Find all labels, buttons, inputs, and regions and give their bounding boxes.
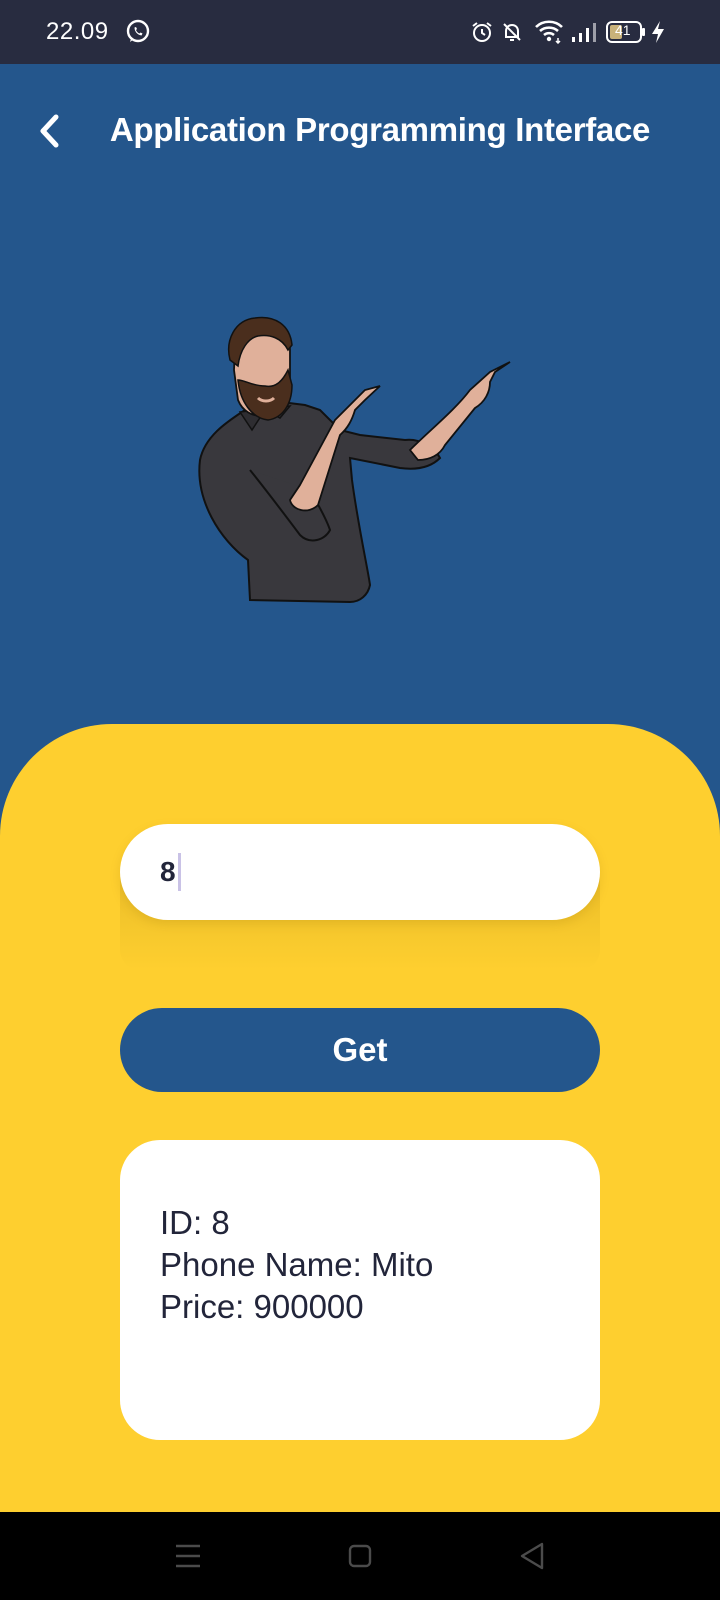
result-id: ID: 8	[160, 1204, 230, 1241]
wifi-icon	[535, 20, 563, 44]
app-header: Application Programming Interface	[0, 64, 720, 196]
back-button[interactable]	[28, 106, 72, 156]
battery-level: 41	[615, 22, 631, 38]
whatsapp-icon	[126, 19, 150, 43]
get-button[interactable]: Get	[120, 1008, 600, 1092]
result-price: Price: 900000	[160, 1288, 364, 1325]
result-text: ID: 8 Phone Name: Mito Price: 900000	[160, 1202, 433, 1328]
status-time: 22.09	[46, 18, 109, 45]
man-pointing-illustration	[198, 316, 511, 604]
result-phone-name: Phone Name: Mito	[160, 1246, 434, 1283]
text-caret	[177, 853, 181, 891]
back-triangle-icon[interactable]	[512, 1536, 552, 1576]
signal-icon	[572, 23, 596, 42]
id-input-value: 8	[160, 856, 176, 887]
chevron-left-icon	[40, 114, 59, 148]
home-square-icon[interactable]	[340, 1536, 380, 1576]
alarm-icon	[472, 22, 492, 42]
system-nav-bar	[0, 1512, 720, 1600]
page-title: Application Programming Interface	[109, 111, 651, 148]
bell-off-icon	[503, 23, 521, 41]
charging-icon	[652, 21, 664, 43]
menu-icon[interactable]	[168, 1536, 208, 1576]
status-bar: 22.09 41	[0, 0, 720, 64]
id-input-field[interactable]: 8	[120, 824, 600, 920]
result-card: ID: 8 Phone Name: Mito Price: 900000	[120, 1140, 600, 1440]
